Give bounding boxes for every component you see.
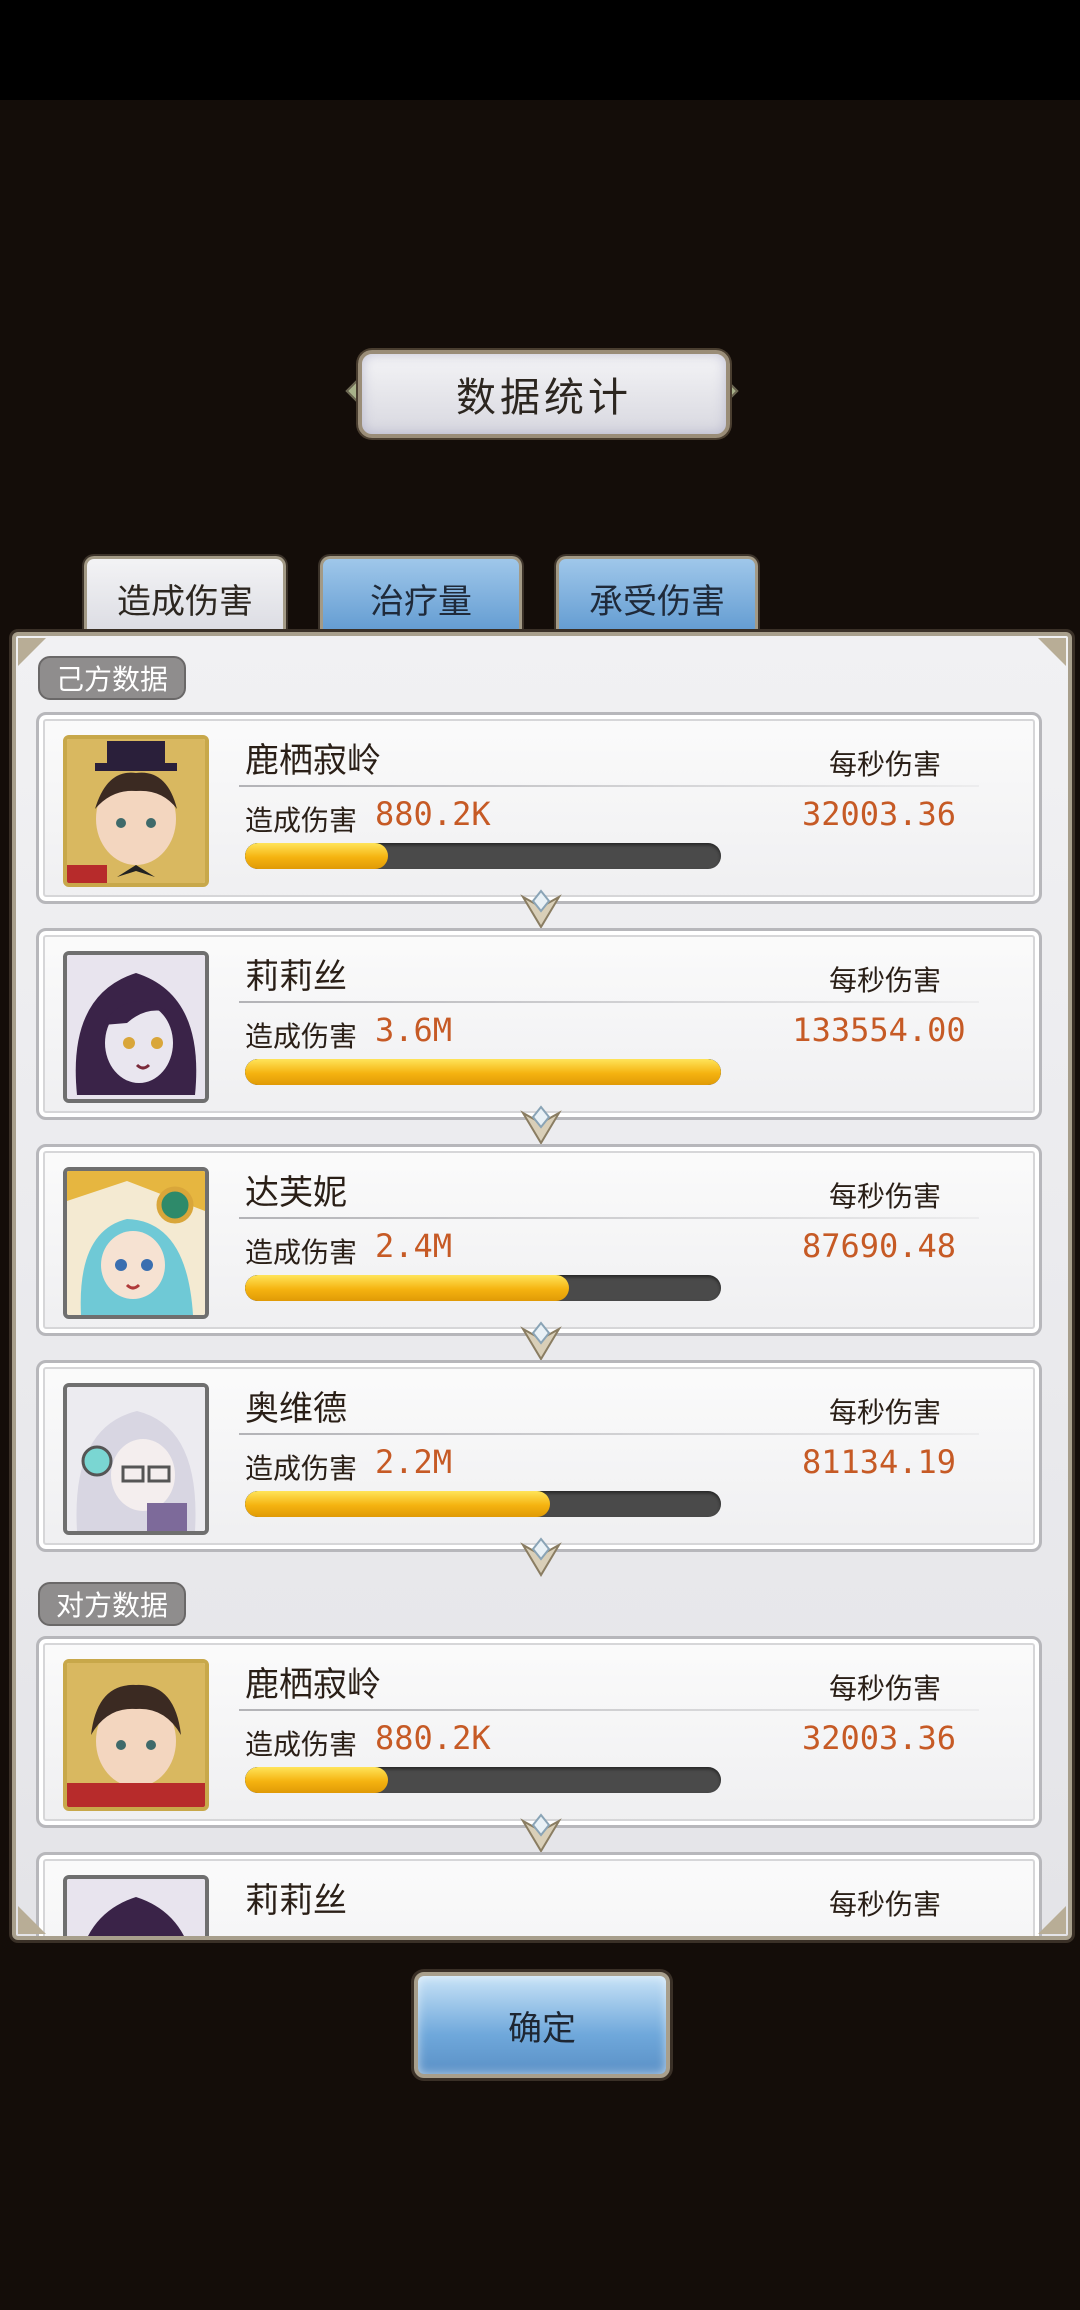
expand-chevron-icon[interactable]: [519, 1535, 563, 1579]
damage-label: 造成伤害: [245, 1236, 358, 1269]
hero-portrait: [63, 1875, 209, 1936]
hero-name: 鹿栖寂岭: [245, 1665, 381, 1705]
dps-label: 每秒伤害: [829, 1396, 942, 1429]
confirm-button[interactable]: 确定: [414, 1972, 670, 2078]
expand-chevron-icon[interactable]: [519, 1811, 563, 1855]
hero-portrait: [63, 1659, 209, 1811]
corner-ornament-icon: [18, 1906, 46, 1934]
divider: [239, 1433, 979, 1435]
dps-label: 每秒伤害: [829, 748, 942, 781]
tab-damage-dealt[interactable]: 造成伤害: [84, 556, 286, 637]
damage-bar-fill: [245, 1767, 388, 1793]
hero-portrait: [63, 1167, 209, 1319]
dps-label: 每秒伤害: [829, 1672, 942, 1705]
damage-value: 3.6M: [375, 1011, 453, 1049]
hero-card[interactable]: 达芙妮 造成伤害 2.4M 每秒伤害 87690.48: [36, 1144, 1042, 1361]
divider: [239, 1217, 979, 1219]
damage-bar: [245, 1059, 721, 1085]
dps-value: 81134.19: [801, 1443, 957, 1481]
dps-value: 32003.36: [801, 1719, 957, 1757]
tab-damage-taken[interactable]: 承受伤害: [556, 556, 758, 637]
hero-portrait: [63, 1383, 209, 1535]
damage-bar-fill: [245, 1275, 569, 1301]
stats-panel[interactable]: 己方数据 鹿栖寂岭 造成伤害 880.2K 每秒伤害 32003.36 莉莉丝 …: [12, 632, 1072, 1940]
expand-chevron-icon[interactable]: [519, 1103, 563, 1147]
damage-bar-fill: [245, 843, 388, 869]
damage-bar: [245, 1767, 721, 1793]
hero-portrait-luqi-icon: [67, 1663, 205, 1807]
hero-portrait: [63, 951, 209, 1103]
hero-name: 莉莉丝: [245, 1881, 347, 1921]
expand-chevron-icon[interactable]: [519, 887, 563, 931]
divider: [239, 1709, 979, 1711]
hero-portrait-ovid-icon: [67, 1387, 205, 1531]
expand-chevron-icon[interactable]: [519, 1319, 563, 1363]
hero-portrait-lilith-icon: [67, 955, 205, 1099]
damage-label: 造成伤害: [245, 804, 358, 837]
divider: [239, 1001, 979, 1003]
status-bar: [0, 0, 1080, 100]
hero-portrait-lilith-icon: [67, 1879, 205, 1936]
damage-value: 880.2K: [375, 1719, 491, 1757]
hero-name: 达芙妮: [245, 1173, 347, 1213]
damage-label: 造成伤害: [245, 1452, 358, 1485]
dps-label: 每秒伤害: [829, 964, 942, 997]
divider: [239, 785, 979, 787]
hero-name: 鹿栖寂岭: [245, 741, 381, 781]
dps-label: 每秒伤害: [829, 1180, 942, 1213]
damage-value: 880.2K: [375, 795, 491, 833]
section-label-enemy: 对方数据: [38, 1582, 187, 1626]
damage-bar: [245, 1275, 721, 1301]
hero-portrait: [63, 735, 209, 887]
dps-value: 32003.36: [801, 795, 957, 833]
damage-bar-fill: [245, 1491, 550, 1517]
hero-card[interactable]: 鹿栖寂岭 造成伤害 880.2K 每秒伤害 32003.36: [36, 1636, 1042, 1853]
damage-label: 造成伤害: [245, 1728, 358, 1761]
hero-name: 莉莉丝: [245, 957, 347, 997]
dps-label: 每秒伤害: [829, 1888, 942, 1921]
page-title: 数据统计: [358, 350, 730, 438]
section-label-own: 己方数据: [38, 656, 187, 700]
hero-card[interactable]: 莉莉丝 造成伤害 3.6M 每秒伤害 133554.00: [36, 928, 1042, 1145]
damage-label: 造成伤害: [245, 1020, 358, 1053]
dps-value: 87690.48: [801, 1227, 957, 1265]
hero-card[interactable]: 鹿栖寂岭 造成伤害 880.2K 每秒伤害 32003.36: [36, 712, 1042, 929]
corner-ornament-icon: [1038, 638, 1066, 666]
corner-ornament-icon: [1038, 1906, 1066, 1934]
damage-bar: [245, 1491, 721, 1517]
hero-portrait-luqi-icon: [67, 739, 205, 883]
tab-healing[interactable]: 治疗量: [320, 556, 522, 637]
hero-name: 奥维德: [245, 1389, 347, 1429]
hero-portrait-daphne-icon: [67, 1171, 205, 1315]
damage-bar: [245, 843, 721, 869]
damage-value: 2.4M: [375, 1227, 453, 1265]
damage-value: 2.2M: [375, 1443, 453, 1481]
hero-card[interactable]: 莉莉丝 每秒伤害: [36, 1852, 1042, 1936]
damage-bar-fill: [245, 1059, 721, 1085]
dps-value: 133554.00: [792, 1011, 966, 1049]
hero-card[interactable]: 奥维德 造成伤害 2.2M 每秒伤害 81134.19: [36, 1360, 1042, 1577]
